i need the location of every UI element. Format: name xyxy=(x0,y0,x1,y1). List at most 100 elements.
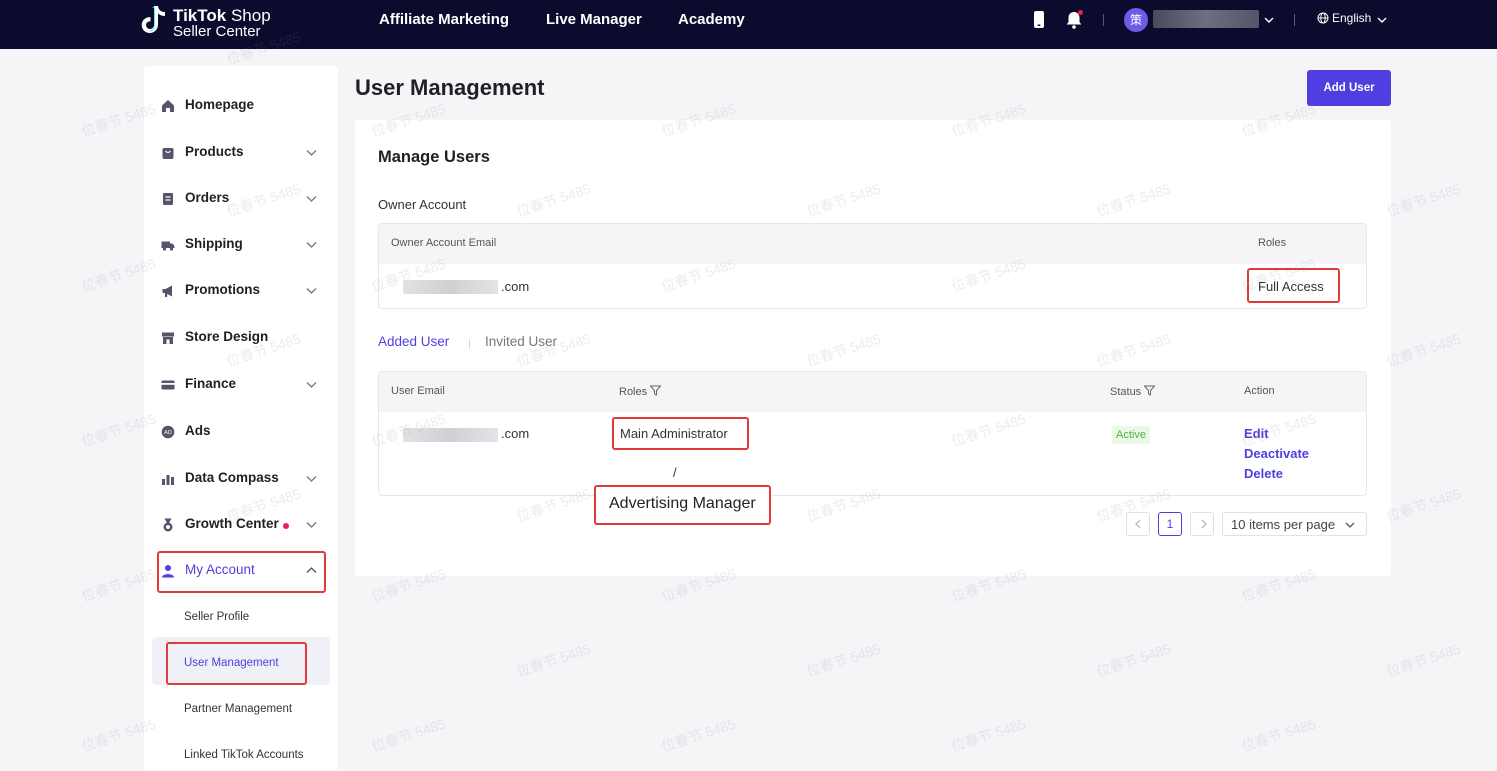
owner-email-suffix: .com xyxy=(501,279,530,294)
column-header-action: Action xyxy=(1244,385,1275,397)
tab-divider xyxy=(469,339,470,349)
sidebar-item-finance[interactable]: Finance xyxy=(144,365,338,405)
column-header-roles: Roles xyxy=(1258,237,1287,249)
sidebar-item-homepage[interactable]: Homepage xyxy=(144,86,338,126)
table-header: Owner Account Email Roles xyxy=(379,224,1366,264)
highlight-my-account xyxy=(157,551,326,593)
sidebar-item-label: Products xyxy=(185,144,244,159)
chevron-down-icon xyxy=(306,196,317,202)
filter-icon[interactable] xyxy=(1144,385,1156,396)
sidebar-item-growth-center[interactable]: Growth Center xyxy=(144,505,338,545)
nav-affiliate-marketing[interactable]: Affiliate Marketing xyxy=(379,11,509,28)
chevron-right-icon xyxy=(1201,519,1207,529)
users-table: User Email Roles Status Action .com Main… xyxy=(378,371,1367,496)
sidebar-item-label: Store Design xyxy=(185,329,269,344)
table-header: User Email Roles Status Action xyxy=(379,372,1366,412)
divider xyxy=(1294,14,1295,26)
tab-invited-user[interactable]: Invited User xyxy=(485,334,557,349)
sidebar-item-label: Data Compass xyxy=(185,470,279,485)
mobile-icon[interactable] xyxy=(1030,10,1048,30)
watermark-text: 位春节 5485 xyxy=(1384,640,1463,680)
filter-icon[interactable] xyxy=(650,385,662,396)
chevron-down-icon xyxy=(306,522,317,528)
sidebar-item-label: Shipping xyxy=(185,236,243,251)
globe-icon xyxy=(1317,12,1329,24)
top-navigation-bar: TikTok Shop Seller Center Affiliate Mark… xyxy=(0,0,1497,49)
sidebar-item-label: Ads xyxy=(185,423,211,438)
column-header-user-email: User Email xyxy=(391,385,445,397)
watermark-text: 位春节 5485 xyxy=(659,715,738,755)
megaphone-icon xyxy=(162,285,172,297)
language-selector[interactable]: English xyxy=(1317,11,1371,25)
deactivate-link[interactable]: Deactivate xyxy=(1244,446,1309,461)
tab-added-user[interactable]: Added User xyxy=(378,334,449,349)
sidebar-item-label: Growth Center xyxy=(185,516,279,531)
items-per-page-value: 10 items per page xyxy=(1231,517,1336,532)
sidebar-item-promotions[interactable]: Promotions xyxy=(144,271,338,311)
sidebar-item-ads[interactable]: AD Ads xyxy=(144,412,338,452)
sidebar-item-shipping[interactable]: Shipping xyxy=(144,225,338,265)
watermark-text: 位春节 5485 xyxy=(1384,330,1463,370)
column-header-label: Status xyxy=(1110,386,1142,398)
account-name-redacted[interactable] xyxy=(1153,10,1259,28)
clipboard-icon xyxy=(163,193,173,205)
sidebar-item-products[interactable]: Products xyxy=(144,133,338,173)
next-page-button[interactable] xyxy=(1190,512,1214,536)
owner-email-redacted xyxy=(403,280,498,294)
delete-link[interactable]: Delete xyxy=(1244,466,1283,481)
user-email-suffix: .com xyxy=(501,426,530,441)
chart-icon xyxy=(162,475,174,485)
submenu-partner-management[interactable]: Partner Management xyxy=(184,703,292,715)
tiktok-shop-logo[interactable]: TikTok Shop Seller Center xyxy=(141,3,281,43)
items-per-page-select[interactable]: 10 items per page xyxy=(1222,512,1367,536)
chevron-down-icon[interactable] xyxy=(1264,15,1274,25)
previous-page-button[interactable] xyxy=(1126,512,1150,536)
notification-bell-icon[interactable] xyxy=(1065,10,1083,30)
sidebar-item-data-compass[interactable]: Data Compass xyxy=(144,459,338,499)
status-badge: Active xyxy=(1112,426,1150,444)
role-separator: / xyxy=(673,465,677,480)
watermark-text: 位春节 5485 xyxy=(804,640,883,680)
column-header-roles: Roles xyxy=(619,385,662,398)
bag-icon xyxy=(162,148,174,159)
tiktok-logo-icon xyxy=(141,6,165,33)
user-email-redacted xyxy=(403,428,498,442)
sidebar-item-store-design[interactable]: Store Design xyxy=(144,318,338,358)
callout-role-label: Advertising Manager xyxy=(609,495,756,512)
language-label: English xyxy=(1332,11,1372,25)
chevron-down-icon xyxy=(306,150,317,156)
avatar[interactable]: 策 xyxy=(1124,8,1148,32)
sidebar-item-orders[interactable]: Orders xyxy=(144,179,338,219)
highlight-user-management xyxy=(166,642,307,685)
submenu-seller-profile[interactable]: Seller Profile xyxy=(184,611,249,623)
watermark-text: 位春节 5485 xyxy=(1384,485,1463,525)
chevron-down-icon[interactable] xyxy=(1377,15,1387,25)
chevron-down-icon xyxy=(306,288,317,294)
ads-icon: AD xyxy=(161,425,175,439)
watermark-text: 位春节 5485 xyxy=(1239,715,1318,755)
highlight-main-administrator xyxy=(612,417,749,450)
sidebar-item-label: Finance xyxy=(185,376,237,391)
column-header-owner-email: Owner Account Email xyxy=(391,237,497,249)
chevron-down-icon xyxy=(1345,522,1355,528)
nav-academy[interactable]: Academy xyxy=(678,11,745,28)
manage-users-card: Manage Users Owner Account Owner Account… xyxy=(355,120,1391,576)
page-title: User Management xyxy=(355,75,545,100)
edit-link[interactable]: Edit xyxy=(1244,426,1269,441)
logo-subtitle: Seller Center xyxy=(173,23,261,40)
divider xyxy=(1103,14,1104,26)
page-number-current[interactable]: 1 xyxy=(1158,512,1182,536)
nav-live-manager[interactable]: Live Manager xyxy=(546,11,642,28)
card-title: Manage Users xyxy=(378,148,490,166)
watermark-text: 位春节 5485 xyxy=(514,640,593,680)
sidebar-item-label: Promotions xyxy=(185,282,261,297)
sidebar-item-label: Homepage xyxy=(185,97,255,112)
card-icon xyxy=(161,380,175,390)
column-header-label: Roles xyxy=(619,386,648,398)
watermark-text: 位春节 5485 xyxy=(949,715,1028,755)
add-user-button[interactable]: Add User xyxy=(1307,70,1391,106)
chevron-down-icon xyxy=(306,242,317,248)
svg-text:AD: AD xyxy=(164,430,172,436)
submenu-linked-tiktok-accounts[interactable]: Linked TikTok Accounts xyxy=(184,749,304,761)
notification-dot xyxy=(283,523,289,529)
